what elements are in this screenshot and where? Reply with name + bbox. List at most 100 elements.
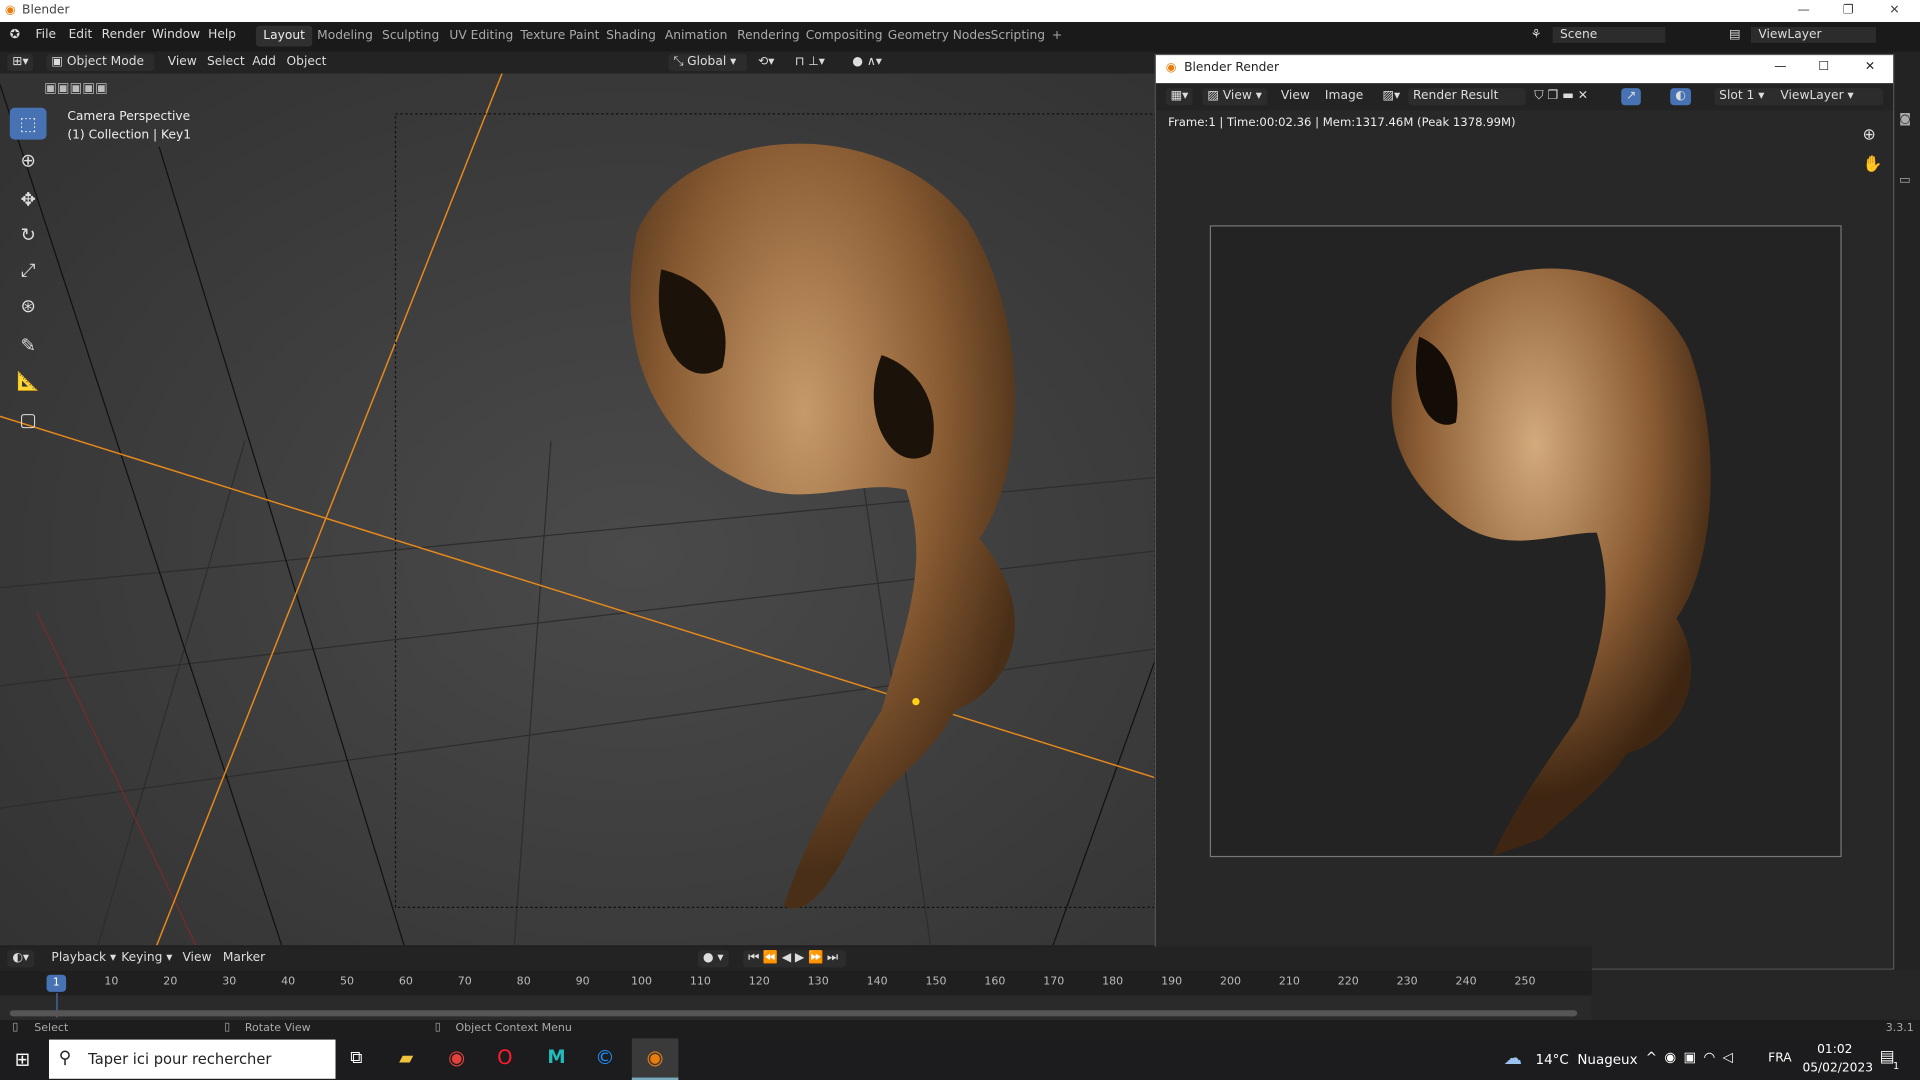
frame-tick: 170 xyxy=(1043,975,1065,989)
search-icon: ⚲ xyxy=(58,1048,72,1068)
select-box-modes[interactable]: ▣▣▣▣▣ xyxy=(44,80,108,96)
playback-label: Playback xyxy=(51,951,107,965)
render-props-icon[interactable]: ◙ xyxy=(1899,113,1911,126)
sample-tool-icon[interactable]: ↗ xyxy=(1621,88,1642,106)
menu-playback[interactable]: Playback ▾ xyxy=(47,950,121,967)
current-frame-indicator[interactable]: 1 xyxy=(46,974,67,992)
scene-selector[interactable]: Scene xyxy=(1552,26,1666,43)
menu-help[interactable]: Help xyxy=(208,28,236,41)
measure-tool-icon[interactable]: 📐 xyxy=(10,365,47,397)
add-workspace-button[interactable]: + xyxy=(1044,26,1069,47)
tab-geometry-nodes[interactable]: Geometry Nodes xyxy=(880,26,998,47)
frame-tick: 240 xyxy=(1455,975,1477,989)
language-indicator[interactable]: FRA xyxy=(1768,1052,1791,1065)
render-maximize-button[interactable]: ☐ xyxy=(1818,60,1829,73)
timeline-scrollbar[interactable] xyxy=(9,1010,1578,1017)
tab-sculpting[interactable]: Sculpting xyxy=(375,26,447,47)
blender-taskbar-icon[interactable]: ◉ xyxy=(631,1038,679,1080)
pan-hand-icon[interactable]: ✋ xyxy=(1862,156,1882,174)
render-window-title: Blender Render xyxy=(1184,61,1280,75)
frame-tick: 120 xyxy=(748,975,770,989)
menu-edit[interactable]: Edit xyxy=(69,28,93,41)
c-app-icon[interactable]: © xyxy=(595,1046,615,1069)
display-channels-icon[interactable]: ◐ xyxy=(1670,88,1691,106)
proportional-edit-icon[interactable]: ● ∧▾ xyxy=(847,54,886,71)
playback-controls[interactable]: ⏮⏪◀▶⏩⏭ xyxy=(743,950,847,968)
timeline-track[interactable] xyxy=(0,993,1592,1021)
auto-keying-button[interactable]: ● ▾ xyxy=(697,950,729,968)
menu-view[interactable]: View xyxy=(163,54,202,71)
menu-file[interactable]: File xyxy=(36,28,56,41)
slot-label: Slot 1 xyxy=(1719,89,1755,103)
menu-render[interactable]: Render xyxy=(102,28,146,41)
zoom-icon[interactable]: ⊕ xyxy=(1862,126,1875,144)
weather-text[interactable]: 14°C Nuageux xyxy=(1536,1052,1638,1068)
viewlayer-selector[interactable]: ViewLayer xyxy=(1751,26,1876,43)
menu-image[interactable]: Image xyxy=(1320,88,1368,105)
move-tool-icon[interactable]: ✥ xyxy=(10,184,47,216)
clock-date[interactable]: 05/02/2023 xyxy=(1802,1062,1873,1075)
render-result-image[interactable] xyxy=(1209,225,1842,858)
tab-scripting[interactable]: Scripting xyxy=(983,26,1052,47)
taskbar-search[interactable]: ⚲ Taper ici pour rechercher xyxy=(48,1039,336,1079)
3d-viewport[interactable]: Camera Perspective (1) Collection | Key1… xyxy=(0,73,1155,946)
task-view-icon[interactable]: ⧉ xyxy=(350,1048,362,1068)
menu-view[interactable]: View xyxy=(1276,88,1315,105)
tab-rendering[interactable]: Rendering xyxy=(730,26,807,47)
image-browse-icon[interactable]: ▨▾ xyxy=(1378,88,1406,105)
object-mode-dropdown[interactable]: ▣ Object Mode ▾ xyxy=(46,53,155,86)
chrome-icon[interactable]: ◉ xyxy=(448,1046,465,1069)
tray-icons[interactable]: ^◉▣◠◁ xyxy=(1646,1049,1741,1065)
close-button[interactable]: ✕ xyxy=(1889,4,1899,17)
file-explorer-icon[interactable]: ▰ xyxy=(399,1047,413,1069)
mouse-middle-icon: ▯ xyxy=(224,1021,231,1034)
minimize-button[interactable]: — xyxy=(1798,4,1810,17)
editor-type-button[interactable]: ▦▾ xyxy=(1165,88,1194,106)
tab-animation[interactable]: Animation xyxy=(658,26,735,47)
blender-menu-icon[interactable]: ✪ xyxy=(10,28,20,41)
camera-perspective-label: Camera Perspective xyxy=(67,110,191,124)
start-button[interactable]: ⊞ xyxy=(15,1048,30,1070)
menu-select[interactable]: Select xyxy=(202,54,250,71)
timeline-editor-type-button[interactable]: ◐▾ xyxy=(7,950,34,968)
menu-view[interactable]: View xyxy=(178,950,217,967)
output-props-icon[interactable]: ▭ xyxy=(1899,174,1911,187)
menu-window[interactable]: Window xyxy=(152,28,200,41)
tab-texture-paint[interactable]: Texture Paint xyxy=(513,26,607,47)
transform-tool-icon[interactable]: ⊛ xyxy=(10,290,47,322)
viewlayer-dropdown[interactable]: ViewLayer ▾ xyxy=(1775,88,1884,106)
frame-tick: 70 xyxy=(457,975,472,989)
annotate-tool-icon[interactable]: ✎ xyxy=(10,329,47,361)
view-mode-dropdown[interactable]: ▨ View ▾ xyxy=(1202,88,1267,106)
render-close-button[interactable]: ✕ xyxy=(1865,60,1875,73)
clock-time[interactable]: 01:02 xyxy=(1817,1043,1852,1056)
restore-button[interactable]: ❐ xyxy=(1843,4,1854,17)
frame-tick: 110 xyxy=(689,975,711,989)
render-minimize-button[interactable]: — xyxy=(1774,60,1786,73)
add-cube-tool-icon[interactable]: ▢ xyxy=(10,404,47,436)
tab-shading[interactable]: Shading xyxy=(599,26,663,47)
editor-type-button[interactable]: ⊞▾ xyxy=(7,53,34,72)
image-actions[interactable]: ⛉ ❐ ▬ ✕ xyxy=(1529,88,1592,105)
tab-uv-editing[interactable]: UV Editing xyxy=(442,26,521,47)
tab-modeling[interactable]: Modeling xyxy=(310,26,380,47)
tab-compositing[interactable]: Compositing xyxy=(798,26,889,47)
m-app-icon[interactable]: M xyxy=(547,1046,565,1068)
image-name-field[interactable]: Render Result xyxy=(1408,88,1526,106)
pivot-icon[interactable]: ⟲▾ xyxy=(753,54,779,71)
snap-icon[interactable]: ⊓ ⊥▾ xyxy=(790,54,830,71)
opera-icon[interactable]: O xyxy=(497,1046,512,1069)
timeline-ruler[interactable]: 1 10 20 30 40 50 60 70 80 90 100 110 120 130 140 150 16… xyxy=(0,971,1592,996)
menu-add[interactable]: Add xyxy=(247,54,281,71)
cursor-tool-icon[interactable]: ⊕ xyxy=(10,144,47,176)
menu-keying[interactable]: Keying ▾ xyxy=(116,950,177,967)
menu-marker[interactable]: Marker xyxy=(218,950,270,967)
select-box-tool-icon[interactable]: ⬚ xyxy=(9,107,47,140)
slot-dropdown[interactable]: Slot 1 ▾ xyxy=(1714,88,1783,106)
rotate-tool-icon[interactable]: ↻ xyxy=(10,219,47,251)
scale-tool-icon[interactable]: ⤢ xyxy=(10,255,47,287)
tab-layout[interactable]: Layout xyxy=(255,25,313,47)
menu-object[interactable]: Object xyxy=(282,54,332,71)
object-origin xyxy=(912,697,920,706)
orientation-dropdown[interactable]: ⤡ Global ▾ xyxy=(668,53,747,72)
